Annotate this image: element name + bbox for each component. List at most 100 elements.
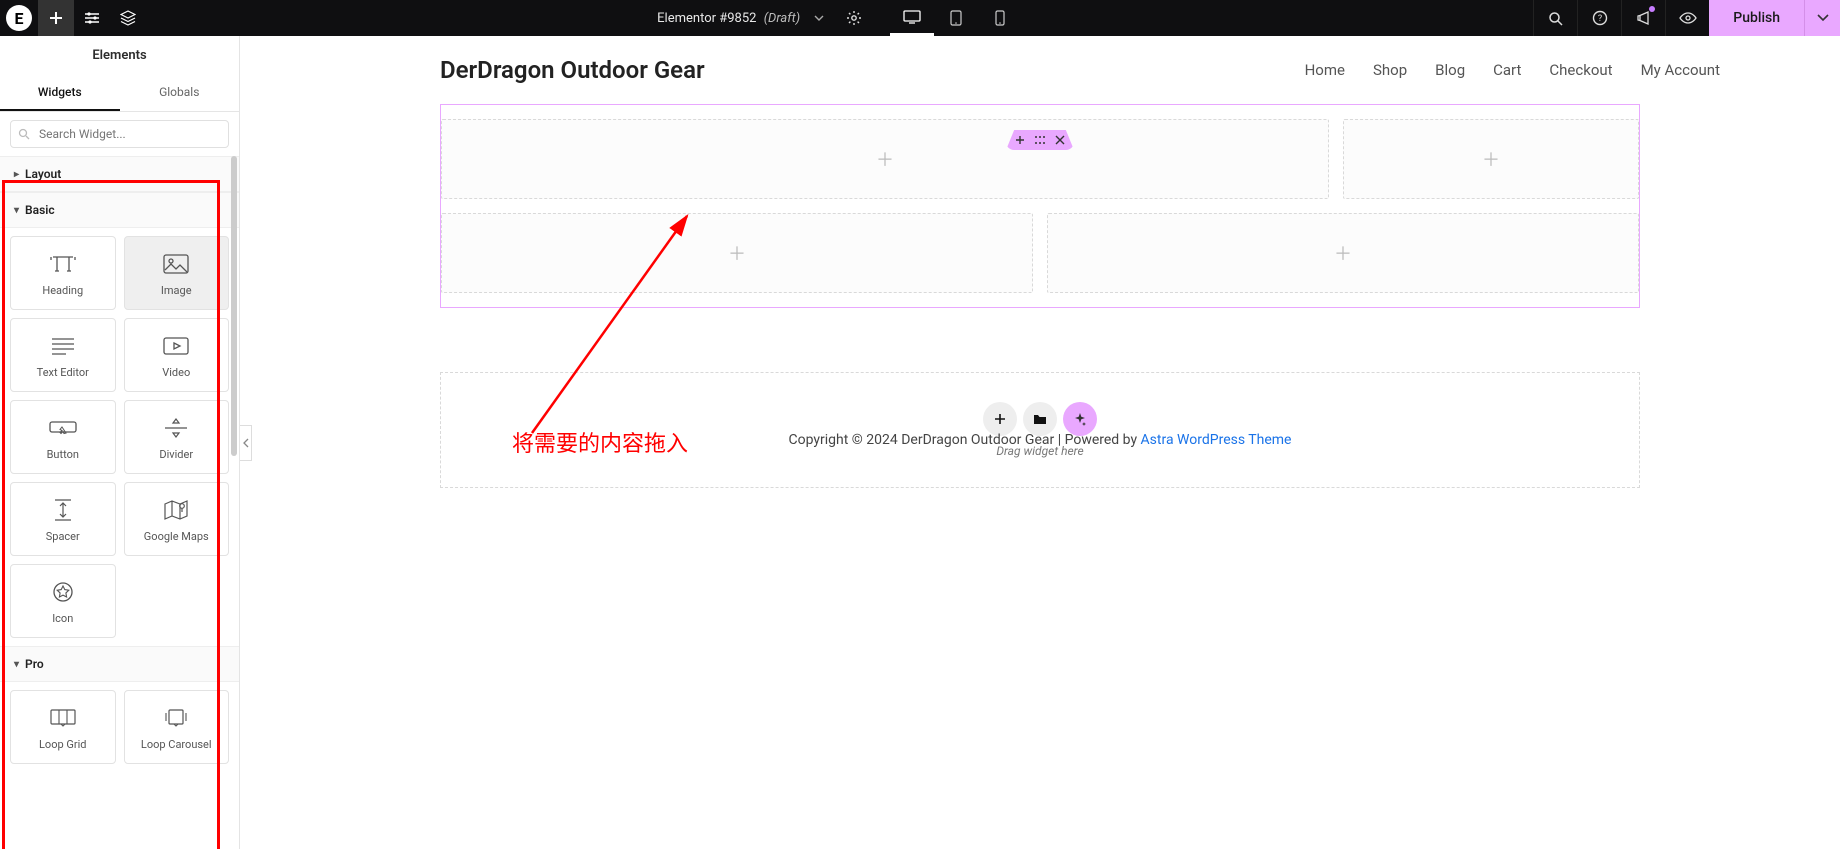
empty-column-2[interactable]: ＋	[1343, 119, 1639, 199]
panel-tabs: Widgets Globals	[0, 75, 239, 112]
finder-search-button[interactable]	[1533, 0, 1577, 36]
sliders-icon	[84, 11, 100, 25]
widget-google-maps-label: Google Maps	[144, 530, 209, 543]
mobile-view-button[interactable]	[978, 0, 1022, 36]
video-icon	[163, 332, 189, 360]
document-dropdown[interactable]	[814, 15, 824, 21]
desktop-icon	[903, 10, 921, 24]
heading-icon	[49, 250, 77, 278]
widget-loop-grid[interactable]: Loop Grid	[10, 690, 116, 764]
help-button[interactable]: ?	[1577, 0, 1621, 36]
section-add-button[interactable]	[1010, 130, 1030, 150]
section-layout[interactable]: ▸ Layout	[0, 156, 239, 192]
add-element-button[interactable]	[38, 0, 74, 36]
elementor-logo[interactable]: E	[6, 5, 32, 31]
nav-cart[interactable]: Cart	[1493, 61, 1521, 79]
page-settings-button[interactable]	[846, 10, 862, 26]
loop-carousel-icon	[162, 704, 190, 732]
empty-column-1[interactable]: ＋	[441, 119, 1329, 199]
document-draft-badge: (Draft)	[764, 11, 800, 26]
mobile-icon	[995, 10, 1005, 26]
panel-collapse-handle[interactable]	[240, 425, 252, 461]
plus-icon	[1015, 135, 1025, 145]
widget-divider[interactable]: Divider	[124, 400, 230, 474]
text-editor-icon	[51, 332, 75, 360]
panel-title: Elements	[0, 36, 239, 75]
svg-text:?: ?	[1598, 14, 1602, 24]
button-icon	[49, 414, 77, 442]
section-row-2: ＋ ＋	[441, 213, 1639, 293]
nav-home[interactable]: Home	[1305, 61, 1345, 79]
section-pro[interactable]: ▾ Pro	[0, 646, 239, 682]
widget-button-label: Button	[47, 448, 79, 461]
google-maps-icon	[164, 496, 188, 524]
widget-button[interactable]: Button	[10, 400, 116, 474]
nav-checkout[interactable]: Checkout	[1549, 61, 1612, 79]
site-header: DerDragon Outdoor Gear Home Shop Blog Ca…	[260, 36, 1820, 94]
editor-canvas[interactable]: DerDragon Outdoor Gear Home Shop Blog Ca…	[240, 36, 1840, 849]
footer-text: Copyright © 2024 DerDragon Outdoor Gear …	[789, 432, 1141, 448]
empty-column-3[interactable]: ＋	[441, 213, 1033, 293]
pro-widget-grid: Loop Grid Loop Carousel	[0, 682, 239, 772]
preview-button[interactable]	[1665, 0, 1709, 36]
widget-spacer[interactable]: Spacer	[10, 482, 116, 556]
plus-icon	[994, 413, 1006, 425]
empty-column-4[interactable]: ＋	[1047, 213, 1639, 293]
widget-video-label: Video	[162, 366, 190, 379]
megaphone-icon	[1636, 10, 1652, 26]
responsive-device-switcher	[890, 0, 1022, 36]
add-section-plus-button[interactable]	[983, 402, 1017, 436]
search-icon	[1548, 11, 1563, 26]
nav-shop[interactable]: Shop	[1373, 61, 1407, 79]
image-icon	[163, 250, 189, 278]
widget-image-label: Image	[161, 284, 192, 297]
structure-button[interactable]	[110, 0, 146, 36]
elementor-logo-letter: E	[15, 9, 24, 28]
icon-icon	[52, 578, 74, 606]
plus-icon: ＋	[1334, 240, 1352, 266]
widget-icon[interactable]: Icon	[10, 564, 116, 638]
canvas-inner: DerDragon Outdoor Gear Home Shop Blog Ca…	[260, 36, 1820, 488]
workspace: Elements Widgets Globals ▸ Layout ▾ Basi…	[0, 36, 1840, 849]
widget-heading-label: Heading	[42, 284, 83, 297]
footer-theme-link[interactable]: Astra WordPress Theme	[1141, 432, 1292, 448]
add-section-button-row	[983, 402, 1097, 436]
search-widget-input[interactable]	[10, 120, 229, 148]
section-basic[interactable]: ▾ Basic	[0, 192, 239, 228]
ai-generate-button[interactable]	[1063, 402, 1097, 436]
desktop-view-button[interactable]	[890, 0, 934, 36]
add-template-button[interactable]	[1023, 402, 1057, 436]
widget-google-maps[interactable]: Google Maps	[124, 482, 230, 556]
nav-my-account[interactable]: My Account	[1641, 61, 1720, 79]
elements-panel: Elements Widgets Globals ▸ Layout ▾ Basi…	[0, 36, 240, 849]
nav-blog[interactable]: Blog	[1435, 61, 1465, 79]
tablet-view-button[interactable]	[934, 0, 978, 36]
folder-icon	[1033, 413, 1047, 425]
widget-image[interactable]: Image	[124, 236, 230, 310]
spacer-icon	[53, 496, 73, 524]
plus-icon: ＋	[1482, 146, 1500, 172]
section-delete-button[interactable]	[1050, 130, 1070, 150]
tab-globals[interactable]: Globals	[120, 75, 240, 111]
publish-options-button[interactable]	[1804, 0, 1840, 36]
caret-down-icon: ▾	[14, 205, 19, 216]
plus-icon	[49, 11, 63, 25]
widget-scroll-area[interactable]: ▸ Layout ▾ Basic Heading Image Text Ed	[0, 156, 239, 849]
layers-icon	[120, 10, 136, 26]
section-drag-handle[interactable]	[1030, 130, 1050, 150]
chevron-left-icon	[243, 438, 249, 448]
widget-text-editor[interactable]: Text Editor	[10, 318, 116, 392]
tab-widgets[interactable]: Widgets	[0, 75, 120, 111]
publish-button[interactable]: Publish	[1709, 0, 1804, 36]
sidebar-scrollbar[interactable]	[231, 156, 237, 456]
section-edit-handle	[1006, 130, 1074, 150]
widget-loop-carousel[interactable]: Loop Carousel	[124, 690, 230, 764]
widget-video[interactable]: Video	[124, 318, 230, 392]
site-footer: Copyright © 2024 DerDragon Outdoor Gear …	[260, 432, 1820, 448]
whats-new-button[interactable]	[1621, 0, 1665, 36]
topbar-right-group: ? Publish	[1533, 0, 1840, 36]
document-title[interactable]: Elementor #9852 (Draft)	[657, 11, 800, 26]
site-settings-button[interactable]	[74, 0, 110, 36]
widget-heading[interactable]: Heading	[10, 236, 116, 310]
add-new-section-area[interactable]: Drag widget here	[440, 372, 1640, 488]
